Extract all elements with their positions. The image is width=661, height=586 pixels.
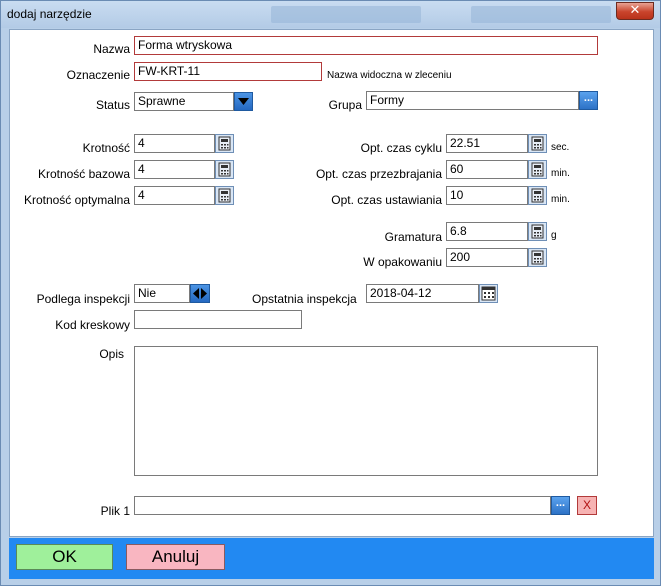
czas-cyklu-calculator-button[interactable] <box>528 134 547 153</box>
czas-cyklu-label: Opt. czas cyklu <box>360 141 442 155</box>
czas-ustawiania-label: Opt. czas ustawiania <box>331 193 442 207</box>
background-window-ghost-2 <box>471 6 611 23</box>
dialog-window: dodaj narzędzie ✕ Nazwa Forma wtryskowa … <box>0 0 661 586</box>
calculator-icon <box>218 188 231 203</box>
calculator-icon <box>218 162 231 177</box>
ok-button[interactable]: OK <box>16 544 113 570</box>
czas-przezbrajania-unit: min. <box>551 168 570 179</box>
krotnosc-optymalna-label: Krotność optymalna <box>23 193 130 207</box>
status-dropdown-button[interactable] <box>234 92 253 111</box>
czas-przezbrajania-calculator-button[interactable] <box>528 160 547 179</box>
podlega-inspekcji-label: Podlega inspekcji <box>36 292 130 306</box>
oznaczenie-input[interactable]: FW-KRT-11 <box>134 62 322 81</box>
czas-ustawiania-unit: min. <box>551 194 570 205</box>
grupa-browse-button[interactable]: ... <box>579 91 598 110</box>
czas-ustawiania-input[interactable]: 10 <box>446 186 528 205</box>
gramatura-unit: g <box>551 230 557 241</box>
calculator-icon <box>531 250 544 265</box>
w-opakowaniu-input[interactable]: 200 <box>446 248 528 267</box>
podlega-inspekcji-spinner[interactable] <box>190 284 210 303</box>
grupa-label: Grupa <box>328 98 362 112</box>
opis-textarea[interactable] <box>134 346 598 476</box>
czas-przezbrajania-label: Opt. czas przezbrajania <box>315 167 442 181</box>
kod-kreskowy-input[interactable] <box>134 310 302 329</box>
nazwa-input[interactable]: Forma wtryskowa <box>134 36 598 55</box>
title-bar[interactable]: dodaj narzędzie ✕ <box>1 1 660 28</box>
calculator-icon <box>531 136 544 151</box>
calculator-icon <box>531 224 544 239</box>
left-right-arrows-icon <box>193 288 207 299</box>
krotnosc-input[interactable]: 4 <box>134 134 215 153</box>
form-panel: Nazwa Forma wtryskowa Oznaczenie FW-KRT-… <box>9 29 654 537</box>
gramatura-calculator-button[interactable] <box>528 222 547 241</box>
czas-cyklu-input[interactable]: 22.51 <box>446 134 528 153</box>
calculator-icon <box>531 162 544 177</box>
calendar-icon <box>481 286 496 301</box>
window-title: dodaj narzędzie <box>7 7 92 21</box>
krotnosc-optymalna-calculator-button[interactable] <box>215 186 234 205</box>
krotnosc-calculator-button[interactable] <box>215 134 234 153</box>
krotnosc-bazowa-calculator-button[interactable] <box>215 160 234 179</box>
kod-kreskowy-label: Kod kreskowy <box>55 318 130 332</box>
status-select[interactable]: Sprawne <box>134 92 234 111</box>
close-button[interactable]: ✕ <box>616 2 654 20</box>
plik1-clear-button[interactable]: X <box>577 496 597 515</box>
plik1-label: Plik 1 <box>100 504 130 518</box>
oznaczenie-label: Oznaczenie <box>66 68 130 82</box>
ostatnia-inspekcja-label: Opstatnia inspekcja <box>252 292 357 306</box>
w-opakowaniu-label: W opakowaniu <box>363 255 442 269</box>
close-icon: ✕ <box>629 3 641 18</box>
plik1-browse-button[interactable]: ... <box>551 496 570 515</box>
oznaczenie-hint: Nazwa widoczna w zleceniu <box>327 70 452 81</box>
chevron-down-icon <box>238 98 249 105</box>
podlega-inspekcji-input[interactable]: Nie <box>134 284 190 303</box>
background-window-ghost <box>271 6 421 23</box>
krotnosc-bazowa-label: Krotność bazowa <box>37 167 130 181</box>
opis-label: Opis <box>99 347 124 361</box>
cancel-button[interactable]: Anuluj <box>126 544 225 570</box>
gramatura-input[interactable]: 6.8 <box>446 222 528 241</box>
plik1-input[interactable] <box>134 496 551 515</box>
grupa-input[interactable]: Formy <box>366 91 579 110</box>
status-label: Status <box>95 98 130 112</box>
calculator-icon <box>531 188 544 203</box>
nazwa-label: Nazwa <box>93 42 130 56</box>
calculator-icon <box>218 136 231 151</box>
czas-przezbrajania-input[interactable]: 60 <box>446 160 528 179</box>
krotnosc-optymalna-input[interactable]: 4 <box>134 186 215 205</box>
footer-bar: OK Anuluj <box>9 538 654 579</box>
ostatnia-inspekcja-calendar-button[interactable] <box>479 284 498 303</box>
gramatura-label: Gramatura <box>384 230 442 244</box>
ostatnia-inspekcja-input[interactable]: 2018-04-12 <box>366 284 479 303</box>
w-opakowaniu-calculator-button[interactable] <box>528 248 547 267</box>
czas-cyklu-unit: sec. <box>551 142 570 153</box>
czas-ustawiania-calculator-button[interactable] <box>528 186 547 205</box>
krotnosc-label: Krotność <box>82 141 130 155</box>
krotnosc-bazowa-input[interactable]: 4 <box>134 160 215 179</box>
